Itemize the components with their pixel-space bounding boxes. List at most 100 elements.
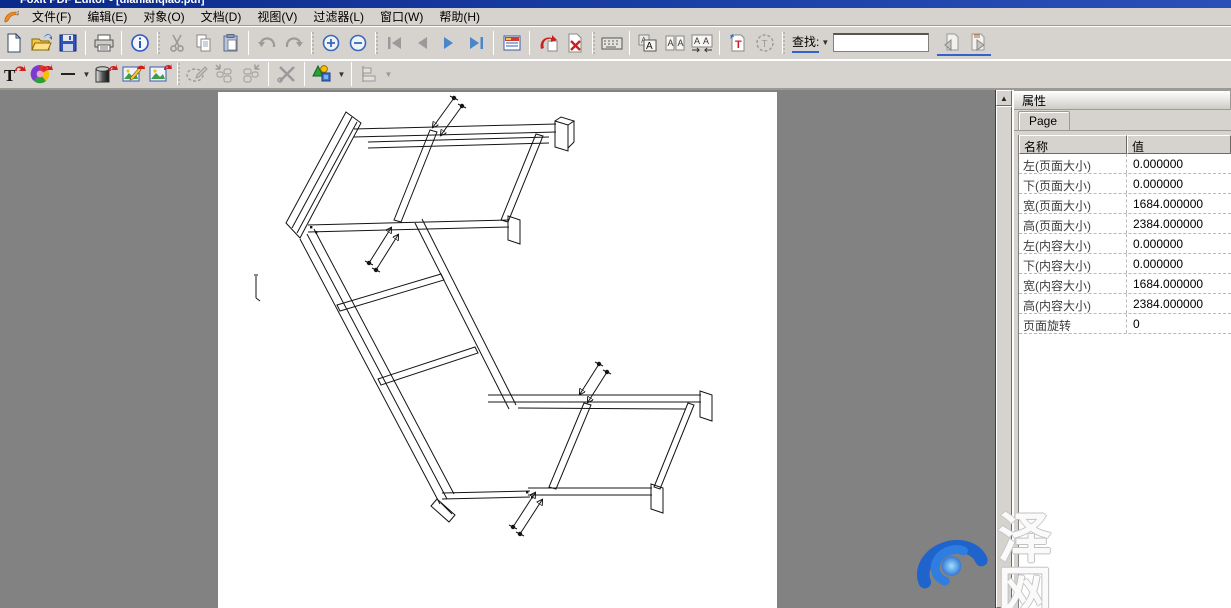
rotate-object-left-button[interactable]: [210, 61, 237, 88]
toolbar-grip: [592, 32, 595, 54]
properties-panel-title: 属性: [1014, 90, 1231, 110]
separator: [493, 31, 494, 55]
toolbar-grip: [177, 63, 180, 85]
rotate-page-icon: [537, 33, 559, 53]
property-row: 高(内容大小) 2384.000000: [1019, 294, 1231, 314]
scroll-up-button[interactable]: ▲: [996, 90, 1012, 106]
scrollbar-thumb[interactable]: [996, 106, 1012, 608]
last-page-button[interactable]: [462, 29, 489, 56]
property-grid: 名称 值 左(页面大小) 0.000000 下(页面大小) 0.000000 宽…: [1018, 135, 1231, 608]
property-value[interactable]: 1684.000000: [1127, 274, 1231, 293]
line-tool-button[interactable]: [54, 61, 81, 88]
application-window: { "window": { "title": "Foxit PDF Editor…: [0, 0, 1231, 608]
menu-object[interactable]: 对象(O): [135, 7, 192, 26]
font-style-button[interactable]: A A: [634, 29, 661, 56]
shading-tool-button[interactable]: [92, 61, 119, 88]
text-circle-button[interactable]: T: [751, 29, 778, 56]
rotate-right-icon: [239, 63, 263, 85]
undo-arrow-icon: [256, 35, 278, 51]
column-header-value: 值: [1127, 135, 1231, 154]
menu-file[interactable]: 文件(F): [24, 7, 79, 26]
property-value[interactable]: 0.000000: [1127, 234, 1231, 253]
svg-text:A: A: [677, 38, 683, 48]
letter-kerning-button[interactable]: A A: [661, 29, 688, 56]
save-file-button[interactable]: [54, 29, 81, 56]
toolbar-grip: [311, 32, 314, 54]
edit-image-button[interactable]: [119, 61, 146, 88]
menu-window[interactable]: 窗口(W): [372, 7, 431, 26]
shapes-tool-dropdown[interactable]: ▼: [336, 62, 347, 86]
tab-page[interactable]: Page: [1018, 111, 1070, 130]
document-info-button[interactable]: [126, 29, 153, 56]
menu-filter[interactable]: 过滤器(L): [305, 7, 372, 26]
document-workspace[interactable]: [0, 90, 995, 608]
copy-pages-icon: [194, 33, 214, 53]
shapes-tool-button[interactable]: [309, 61, 336, 88]
new-document-button[interactable]: [0, 29, 27, 56]
property-value[interactable]: 2384.000000: [1127, 214, 1231, 233]
pdf-page[interactable]: [218, 92, 777, 608]
svg-text:A: A: [703, 36, 709, 46]
letter-spacing-button[interactable]: AA: [688, 29, 715, 56]
toolbar-grip: [782, 32, 785, 54]
property-value[interactable]: 1684.000000: [1127, 194, 1231, 213]
add-text-page-button[interactable]: T: [724, 29, 751, 56]
printer-icon: [93, 33, 115, 53]
previous-page-button[interactable]: [408, 29, 435, 56]
redo-button[interactable]: [280, 29, 307, 56]
find-input[interactable]: [833, 33, 929, 52]
property-value[interactable]: 0.000000: [1127, 254, 1231, 273]
keyboard-button[interactable]: [598, 29, 625, 56]
delete-object-icon: [276, 64, 298, 84]
rotate-page-button[interactable]: [534, 29, 561, 56]
vertical-scrollbar[interactable]: ▲: [995, 90, 1012, 608]
text-circle-icon: T: [755, 33, 775, 53]
find-history-dropdown[interactable]: ▼: [821, 38, 829, 47]
cut-button[interactable]: [163, 29, 190, 56]
add-text-object-button[interactable]: T: [0, 61, 27, 88]
property-value[interactable]: 0.000000: [1127, 174, 1231, 193]
property-value[interactable]: 0.000000: [1127, 154, 1231, 173]
next-page-button[interactable]: [435, 29, 462, 56]
property-row: 宽(内容大小) 1684.000000: [1019, 274, 1231, 294]
property-value[interactable]: 2384.000000: [1127, 294, 1231, 313]
align-tool-dropdown[interactable]: ▼: [383, 62, 394, 86]
separator: [351, 62, 352, 86]
edit-object-button[interactable]: [183, 61, 210, 88]
menu-edit[interactable]: 编辑(E): [79, 7, 135, 26]
menu-help[interactable]: 帮助(H): [431, 7, 488, 26]
menu-view[interactable]: 视图(V): [249, 7, 305, 26]
align-tool-button[interactable]: [356, 61, 383, 88]
next-page-icon: [442, 36, 456, 50]
zoom-in-button[interactable]: [317, 29, 344, 56]
page-layout-button[interactable]: [498, 29, 525, 56]
copy-button[interactable]: [190, 29, 217, 56]
property-value[interactable]: 0: [1127, 314, 1231, 333]
print-button[interactable]: [90, 29, 117, 56]
delete-page-button[interactable]: [561, 29, 588, 56]
separator: [268, 62, 269, 86]
menu-bar: 文件(F) 编辑(E) 对象(O) 文档(D) 视图(V) 过滤器(L) 窗口(…: [0, 8, 1231, 26]
shading-tool-icon: [94, 63, 118, 85]
paste-button[interactable]: [217, 29, 244, 56]
rotate-object-right-button[interactable]: [237, 61, 264, 88]
svg-text:T: T: [761, 39, 767, 50]
menu-document[interactable]: 文档(D): [193, 7, 250, 26]
property-row: 宽(页面大小) 1684.000000: [1019, 194, 1231, 214]
find-previous-button[interactable]: [937, 29, 964, 56]
delete-object-button[interactable]: [273, 61, 300, 88]
first-page-button[interactable]: [381, 29, 408, 56]
undo-button[interactable]: [253, 29, 280, 56]
properties-panel: 属性 Page 名称 值 左(页面大小) 0.000000 下(页面大小) 0.…: [1012, 90, 1231, 608]
toolbar-standard: A A A A AA T T 查找: ▼: [0, 26, 1231, 60]
color-wheel-button[interactable]: [27, 61, 54, 88]
text-tool-icon: T: [2, 63, 26, 85]
add-image-button[interactable]: [146, 61, 173, 88]
first-page-icon: [386, 36, 404, 50]
open-file-button[interactable]: [27, 29, 54, 56]
line-tool-dropdown[interactable]: ▼: [81, 62, 92, 86]
page-layout-icon: [502, 34, 522, 52]
find-next-button[interactable]: [964, 29, 991, 56]
color-wheel-icon: [29, 63, 53, 85]
zoom-out-button[interactable]: [344, 29, 371, 56]
